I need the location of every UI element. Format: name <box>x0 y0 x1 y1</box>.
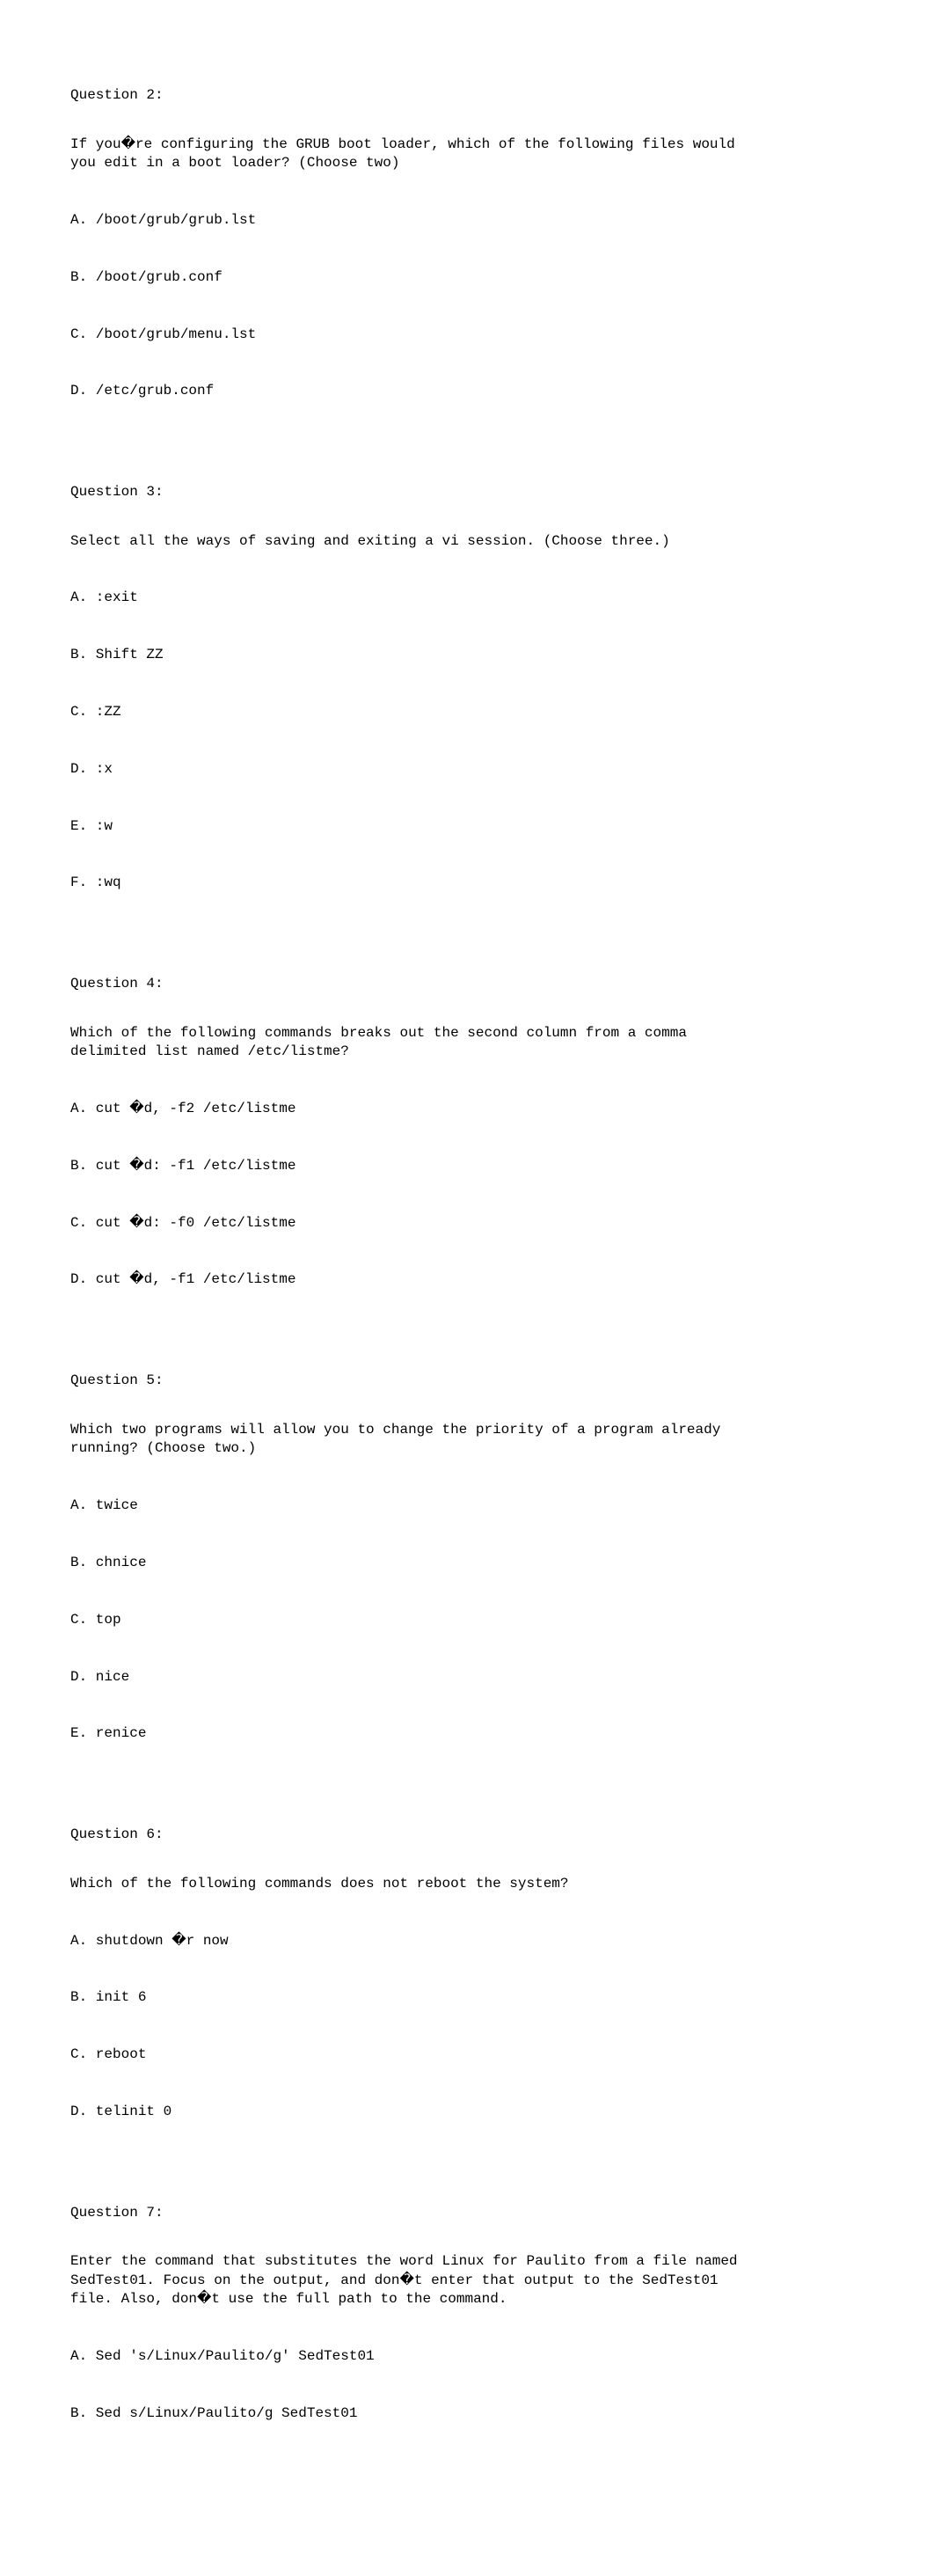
question-4-options: A. cut �d, -f2 /etc/listme B. cut �d: -f… <box>70 1062 864 1328</box>
question-5-header: Question 5: <box>70 1372 864 1391</box>
question-6-block: Question 6: Which of the following comma… <box>70 1826 864 2160</box>
question-7-block: Question 7: Enter the command that subst… <box>70 2204 864 2462</box>
question-4-option-c: C. cut �d: -f0 /etc/listme <box>70 1214 864 1233</box>
question-2-options: A. /boot/grub/grub.lst B. /boot/grub.con… <box>70 173 864 439</box>
question-6-text: Which of the following commands does not… <box>70 1875 864 1894</box>
question-4-block: Question 4: Which of the following comma… <box>70 975 864 1328</box>
question-7-header: Question 7: <box>70 2204 864 2223</box>
question-3-options: A. :exit B. Shift ZZ C. :ZZ D. :x E. :w … <box>70 551 864 931</box>
question-7-option-b: B. Sed s/Linux/Paulito/g SedTest01 <box>70 2404 864 2424</box>
question-6-option-c: C. reboot <box>70 2045 864 2065</box>
question-4-option-d: D. cut �d, -f1 /etc/listme <box>70 1270 864 1290</box>
question-3-option-e: E. :w <box>70 817 864 837</box>
question-3-block: Question 3: Select all the ways of savin… <box>70 483 864 931</box>
question-6-option-b: B. init 6 <box>70 1988 864 2008</box>
question-4-option-a: A. cut �d, -f2 /etc/listme <box>70 1100 864 1119</box>
question-3-header: Question 3: <box>70 483 864 502</box>
question-2-header: Question 2: <box>70 86 864 106</box>
question-3-option-a: A. :exit <box>70 589 864 608</box>
question-2-block: Question 2: If you�re configuring the GR… <box>70 86 864 439</box>
question-5-option-a: A. twice <box>70 1497 864 1516</box>
question-7-option-a: A. Sed 's/Linux/Paulito/g' SedTest01 <box>70 2347 864 2367</box>
question-5-option-d: D. nice <box>70 1668 864 1687</box>
question-3-option-c: C. :ZZ <box>70 703 864 722</box>
question-2-option-d: D. /etc/grub.conf <box>70 382 864 401</box>
question-6-option-a: A. shutdown �r now <box>70 1932 864 1951</box>
question-7-options: A. Sed 's/Linux/Paulito/g' SedTest01 B. … <box>70 2309 864 2462</box>
question-3-text: Select all the ways of saving and exitin… <box>70 532 864 552</box>
question-2-option-b: B. /boot/grub.conf <box>70 268 864 288</box>
question-5-block: Question 5: Which two programs will allo… <box>70 1372 864 1782</box>
question-5-options: A. twice B. chnice C. top D. nice E. ren… <box>70 1459 864 1782</box>
question-6-option-d: D. telinit 0 <box>70 2103 864 2122</box>
question-4-option-b: B. cut �d: -f1 /etc/listme <box>70 1157 864 1176</box>
question-6-header: Question 6: <box>70 1826 864 1845</box>
question-5-text: Which two programs will allow you to cha… <box>70 1421 864 1459</box>
question-3-option-f: F. :wq <box>70 874 864 893</box>
question-6-options: A. shutdown �r now B. init 6 C. reboot D… <box>70 1893 864 2159</box>
question-4-header: Question 4: <box>70 975 864 994</box>
question-5-option-e: E. renice <box>70 1724 864 1744</box>
question-2-option-a: A. /boot/grub/grub.lst <box>70 211 864 231</box>
question-5-option-c: C. top <box>70 1611 864 1630</box>
question-3-option-d: D. :x <box>70 760 864 779</box>
question-2-text: If you�re configuring the GRUB boot load… <box>70 135 864 173</box>
question-5-option-b: B. chnice <box>70 1554 864 1573</box>
question-7-text: Enter the command that substitutes the w… <box>70 2252 864 2309</box>
question-4-text: Which of the following commands breaks o… <box>70 1024 864 1062</box>
question-3-option-b: B. Shift ZZ <box>70 646 864 665</box>
question-2-option-c: C. /boot/grub/menu.lst <box>70 326 864 345</box>
